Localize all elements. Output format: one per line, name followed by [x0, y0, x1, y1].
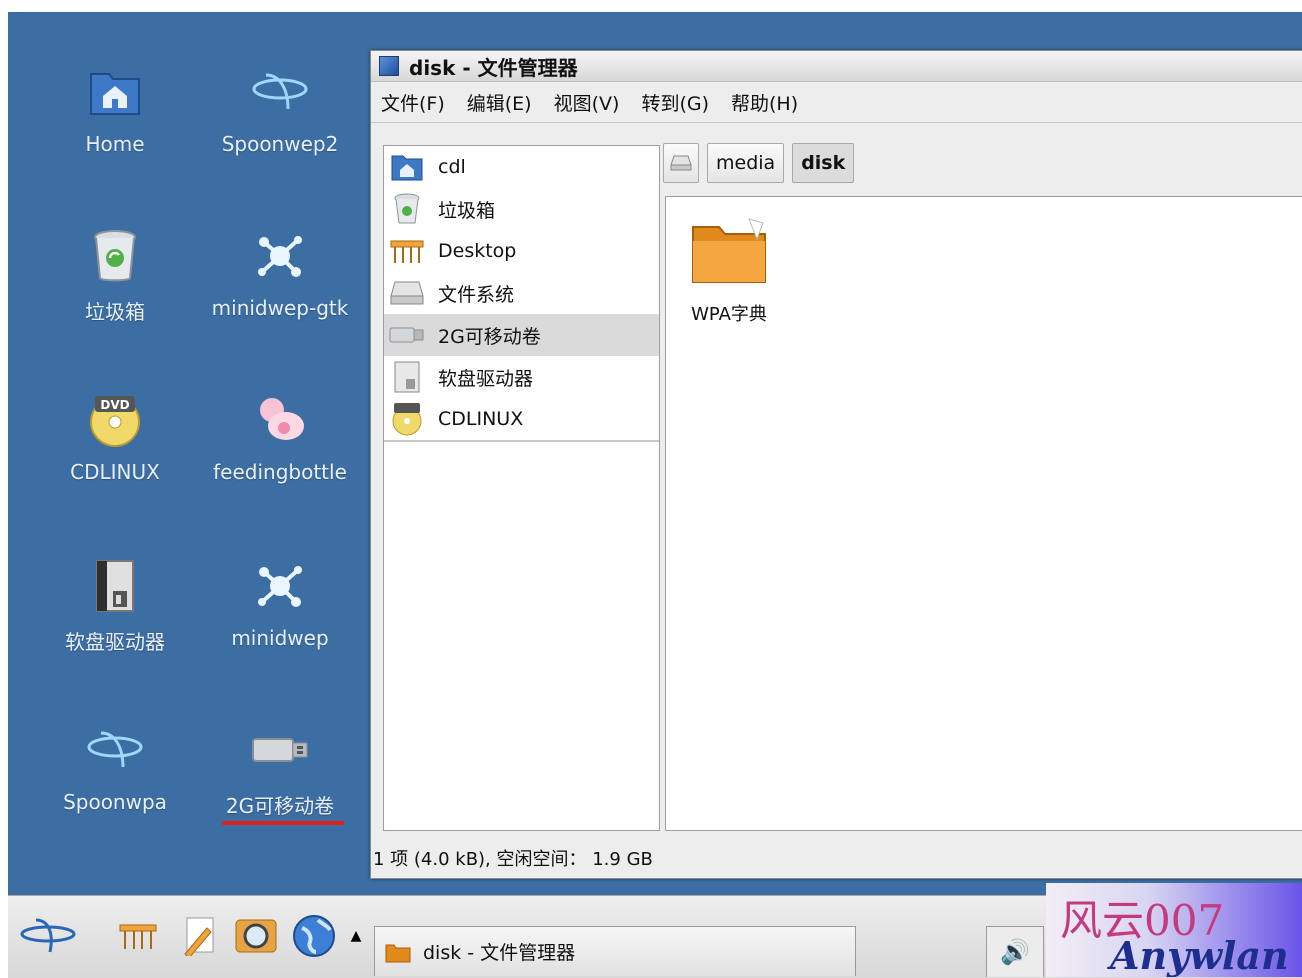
folder-icon: [385, 944, 411, 962]
window-titlebar[interactable]: disk - 文件管理器: [371, 51, 1302, 82]
desktop-icon-feedingbottle[interactable]: feedingbottle: [200, 390, 360, 484]
floppy-icon: [388, 359, 426, 395]
desktop-icon-floppy[interactable]: 软盘驱动器: [35, 556, 195, 655]
breadcrumb-media[interactable]: media: [707, 143, 785, 183]
sidebar-shortcuts: cdl 垃圾箱 Desktop 文件系统 2G可移动卷 软盘驱动器 CDLINU…: [383, 145, 660, 831]
sidebar-item-filesystem[interactable]: 文件系统: [384, 272, 659, 314]
desktop-icon-label: 2G可移动卷: [225, 794, 335, 818]
sidebar-item-label: CDLINUX: [438, 408, 524, 430]
sidebar-separator: [384, 440, 659, 442]
bottle-icon: [250, 390, 310, 450]
dvd-icon: DVD: [85, 390, 145, 450]
trash-icon: [85, 226, 145, 286]
window-app-icon: [379, 56, 399, 76]
menubar: 文件(F) 编辑(E) 视图(V) 转到(G) 帮助(H): [371, 82, 1302, 123]
desktop-icon-cdlinux[interactable]: DVD CDLINUX: [35, 390, 195, 484]
usb-drive-icon: [388, 317, 426, 353]
browser-icon[interactable]: [292, 914, 336, 958]
taskbar-task-label: disk - 文件管理器: [423, 942, 576, 964]
menu-file[interactable]: 文件(F): [381, 89, 445, 116]
dvd-icon: [388, 401, 426, 437]
file-name: WPA字典: [691, 304, 767, 325]
desktop-icon-label: minidwep-gtk: [211, 296, 349, 320]
watermark-logo: 风云007 Anywlan: [1046, 883, 1302, 977]
chevron-up-icon[interactable]: ▲: [346, 914, 366, 958]
sidebar-item-label: 垃圾箱: [438, 199, 496, 222]
folder-icon: [692, 218, 766, 283]
sidebar-item-cdlinux[interactable]: CDLINUX: [384, 398, 659, 440]
sidebar-item-label: cdl: [438, 156, 466, 178]
splash-icon: [250, 556, 310, 616]
harddrive-icon: [670, 155, 692, 171]
spoon-logo-icon: [85, 720, 145, 780]
desktop-icon-label: CDLINUX: [70, 460, 160, 484]
taskbar-task-button[interactable]: disk - 文件管理器: [374, 926, 856, 976]
home-folder-icon: [388, 149, 426, 185]
floppy-icon: [85, 556, 145, 616]
window-title: disk - 文件管理器: [409, 55, 578, 80]
desktop-icon-label: 垃圾箱: [85, 300, 145, 324]
usb-drive-icon: [250, 720, 310, 780]
sidebar-item-usb[interactable]: 2G可移动卷: [384, 314, 659, 356]
desktop-icon[interactable]: [116, 914, 160, 958]
desktop-icon-home[interactable]: Home: [35, 62, 195, 156]
watermark-en: Anywlan: [1110, 933, 1289, 977]
sidebar-item-trash[interactable]: 垃圾箱: [384, 188, 659, 230]
sidebar-item-label: Desktop: [438, 240, 517, 262]
desktop-icon-spoonwep2[interactable]: Spoonwep2: [200, 62, 360, 156]
search-icon[interactable]: [234, 914, 278, 958]
editor-icon[interactable]: [178, 914, 222, 958]
breadcrumb-disk[interactable]: disk: [792, 143, 855, 183]
desktop-icon: [388, 233, 426, 269]
sidebar-item-label: 2G可移动卷: [438, 325, 541, 348]
sidebar-item-floppy[interactable]: 软盘驱动器: [384, 356, 659, 398]
splash-icon: [250, 226, 310, 286]
desktop-icon-spoonwpa[interactable]: Spoonwpa: [35, 720, 195, 814]
menu-goto[interactable]: 转到(G): [641, 89, 709, 116]
menu-help[interactable]: 帮助(H): [731, 89, 798, 116]
home-folder-icon: [85, 62, 145, 122]
desktop-icon-usb[interactable]: 2G可移动卷: [200, 720, 360, 819]
desktop-icon-label: minidwep: [231, 626, 329, 650]
desktop-icon-label: Home: [85, 132, 145, 156]
sidebar-item-label: 软盘驱动器: [438, 367, 534, 390]
desktop-icon-trash[interactable]: 垃圾箱: [35, 226, 195, 325]
breadcrumb: media disk: [663, 143, 855, 183]
desktop-icon-minidwep[interactable]: minidwep: [200, 556, 360, 650]
desktop-icon-label: Spoonwep2: [221, 132, 339, 156]
red-underline: [222, 821, 344, 825]
menu-edit[interactable]: 编辑(E): [467, 89, 532, 116]
sidebar-item-cdl[interactable]: cdl: [384, 146, 659, 188]
sidebar-item-label: 文件系统: [438, 283, 515, 306]
file-view[interactable]: WPA字典: [665, 196, 1302, 831]
file-manager-window: disk - 文件管理器 文件(F) 编辑(E) 视图(V) 转到(G) 帮助(…: [370, 50, 1302, 879]
harddrive-icon: [388, 275, 426, 311]
spoon-logo-icon: [250, 62, 310, 122]
volume-icon[interactable]: 🔊: [986, 926, 1044, 977]
svg-text:DVD: DVD: [100, 398, 129, 412]
logo-icon[interactable]: [18, 914, 78, 958]
status-bar: 1 项 (4.0 kB), 空闲空间： 1.9 GB: [373, 849, 653, 870]
desktop-icon-minidwep-gtk[interactable]: minidwep-gtk: [200, 226, 360, 320]
menu-view[interactable]: 视图(V): [554, 89, 620, 116]
breadcrumb-drive-button[interactable]: [663, 143, 699, 183]
desktop-icon-label: feedingbottle: [213, 460, 347, 484]
desktop-icon-label: Spoonwpa: [63, 790, 167, 814]
trash-icon: [388, 191, 426, 227]
desktop-icon-label: 软盘驱动器: [65, 630, 165, 654]
file-item-wpa[interactable]: WPA字典: [674, 217, 784, 326]
sidebar-item-desktop[interactable]: Desktop: [384, 230, 659, 272]
